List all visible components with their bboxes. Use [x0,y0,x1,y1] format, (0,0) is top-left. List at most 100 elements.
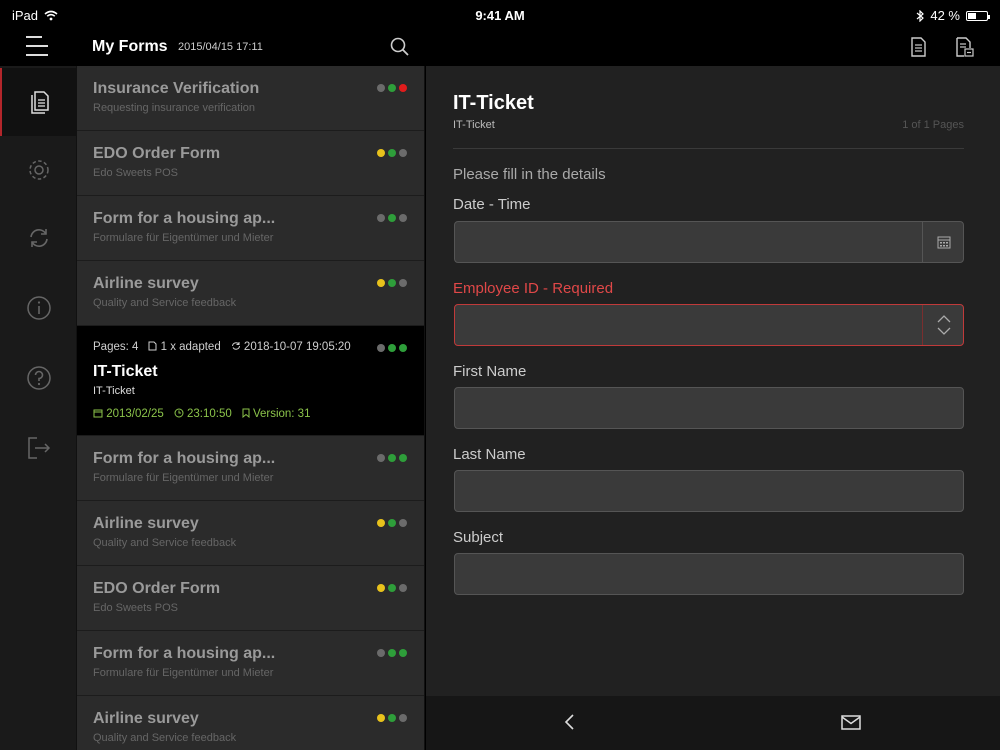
employee-id-stepper[interactable] [922,305,964,345]
form-date: 2013/02/25 [106,408,164,420]
page-title: My Forms [92,38,168,55]
sidebar-rail [0,66,77,750]
status-dot-grey [377,454,385,462]
status-dot-green [388,584,396,592]
adapted-info: 1 x adapted [148,341,221,353]
list-item[interactable]: Insurance Verification Requesting insura… [77,66,424,131]
bookmark-icon [242,408,250,419]
list-item[interactable]: Airline survey Quality and Service feedb… [77,501,424,566]
form-hint: Please fill in the details [453,166,606,183]
stepper-icon [937,315,950,335]
rail-item-sync[interactable] [0,204,77,272]
pages-count: Pages: 4 [93,341,139,353]
list-item-selected[interactable]: Pages: 4 1 x adapted 2018-10-07 19:05:20… [77,326,424,436]
adapted-count: 1 x adapted [160,341,221,353]
status-dots [377,714,407,722]
last-name-field[interactable] [454,470,964,512]
last-name-label: Last Name [453,446,526,463]
battery-level [968,12,976,19]
calendar-icon [93,409,103,418]
rail-item-settings[interactable] [0,136,77,204]
status-dots [377,649,407,657]
status-dot-grey [399,149,407,157]
status-time: 9:41 AM [475,8,525,23]
form-title: Form for a housing ap... [93,210,276,227]
calendar-icon [937,236,950,249]
status-dots [377,344,407,352]
status-dots [377,214,407,222]
list-item[interactable]: Form for a housing ap... Formulare für E… [77,631,424,696]
date-time-field[interactable] [454,221,964,263]
status-dot-green [388,214,396,222]
detail-subtitle: IT-Ticket [453,119,495,131]
status-bar: iPad 9:41 AM 42 % [0,0,1000,30]
rail-item-forms[interactable] [0,68,77,136]
status-dot-grey [399,214,407,222]
bluetooth-icon [916,9,925,22]
page-icon [148,341,157,351]
rail-item-logout[interactable] [0,414,77,482]
form-version: Version: 31 [252,408,311,420]
info-icon [26,296,51,320]
form-title: Airline survey [93,275,199,292]
status-dot-yellow [377,519,385,527]
rail-item-info[interactable] [0,274,77,342]
form-subtitle: Edo Sweets POS [93,602,178,614]
clock-icon [174,408,184,418]
document-settings-icon[interactable] [952,35,976,59]
document-icon[interactable] [906,35,930,59]
form-detail-panel: IT-Ticket IT-Ticket 1 of 1 Pages Please … [426,66,1000,696]
form-time: 23:10:50 [186,408,232,420]
search-icon[interactable] [388,35,412,59]
status-dot-yellow [377,279,385,287]
list-item[interactable]: Form for a housing ap... Formulare für E… [77,436,424,501]
status-dot-grey [399,279,407,287]
date-time-label: Date - Time [453,196,531,213]
status-dot-grey [377,214,385,222]
form-title: Airline survey [93,710,199,727]
status-dot-green [388,454,396,462]
form-subtitle: IT-Ticket [93,385,135,397]
menu-icon[interactable] [26,36,48,58]
rail-item-help[interactable] [0,344,77,412]
form-subtitle: Formulare für Eigentümer und Mieter [93,472,274,484]
form-subtitle: Requesting insurance verification [93,102,256,114]
divider [453,148,964,149]
list-item[interactable]: Airline survey Quality and Service feedb… [77,696,424,750]
status-dot-green [388,649,396,657]
forms-list: Insurance Verification Requesting insura… [77,66,425,750]
detail-title: IT-Ticket [453,92,534,114]
page-indicator: 1 of 1 Pages [902,119,964,131]
list-item[interactable]: Form for a housing ap... Formulare für E… [77,196,424,261]
employee-id-label: Employee ID - Required [453,280,614,297]
form-subtitle: Formulare für Eigentümer und Mieter [93,667,274,679]
form-subtitle: Quality and Service feedback [93,732,237,744]
settings-icon [28,160,49,180]
battery-icon [966,10,990,21]
calendar-button[interactable] [922,222,964,262]
sync-info: 2018-10-07 19:05:20 [231,341,351,353]
form-subtitle: Quality and Service feedback [93,297,237,309]
form-subtitle: Formulare für Eigentümer und Mieter [93,232,274,244]
status-dot-green [399,454,407,462]
sync-icon [29,229,48,247]
form-title: EDO Order Form [93,580,221,597]
mail-icon[interactable] [839,710,863,734]
status-dot-green [388,149,396,157]
selected-details: 2013/02/25 23:10:50 Version: 31 [93,408,310,420]
status-dot-green [388,519,396,527]
back-icon[interactable] [558,710,582,734]
employee-id-field[interactable] [454,304,964,346]
list-item[interactable]: EDO Order Form Edo Sweets POS [77,566,424,631]
form-title: Insurance Verification [93,80,260,97]
list-item[interactable]: EDO Order Form Edo Sweets POS [77,131,424,196]
form-date-info: 2013/02/25 [93,408,164,420]
first-name-field[interactable] [454,387,964,429]
status-dot-green [388,714,396,722]
documents-icon [30,91,49,114]
subject-field[interactable] [454,553,964,595]
status-dots [377,84,407,92]
subject-label: Subject [453,529,504,546]
selected-meta: Pages: 4 1 x adapted 2018-10-07 19:05:20 [93,341,351,353]
list-item[interactable]: Airline survey Quality and Service feedb… [77,261,424,326]
